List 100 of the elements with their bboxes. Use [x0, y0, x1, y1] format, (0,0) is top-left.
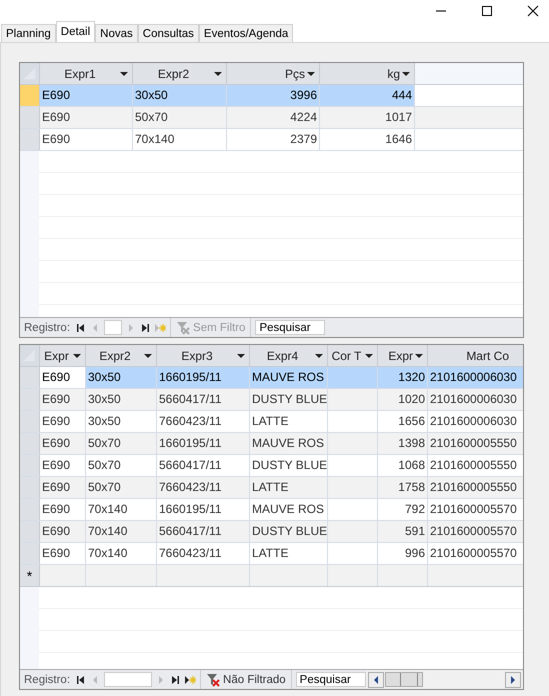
dropdown-arrow-icon[interactable]	[120, 72, 128, 76]
table-cell: 70x140	[86, 499, 157, 520]
dropdown-arrow-icon[interactable]	[144, 354, 152, 358]
table-cell: 1020	[378, 389, 428, 410]
table-cell-text: 2101600005570	[429, 545, 518, 562]
table-cell-text: 2101600006030	[429, 413, 518, 430]
column-header[interactable]: Expr1	[40, 63, 133, 84]
new-record-icon[interactable]	[184, 674, 196, 684]
table-cell: 50x70	[86, 477, 157, 498]
row-selector[interactable]	[20, 107, 40, 128]
column-header[interactable]: Cor T	[328, 345, 378, 366]
column-header[interactable]: Mart Co	[428, 345, 523, 366]
table-cell: DUSTY BLUE	[250, 521, 328, 542]
table-cell: DUSTY BLUE	[250, 455, 328, 476]
table-cell: 792	[378, 499, 428, 520]
first-record-icon[interactable]	[76, 322, 86, 332]
column-header[interactable]: Expr3	[157, 345, 250, 366]
table-cell: 7660423/11	[157, 411, 250, 432]
first-record-icon[interactable]	[76, 674, 86, 684]
table-cell: 1660195/11	[157, 499, 250, 520]
column-header[interactable]: Expr	[378, 345, 428, 366]
dropdown-arrow-icon[interactable]	[73, 354, 81, 358]
table-cell: 50x70	[133, 107, 227, 128]
table-cell: E690	[40, 499, 86, 520]
row-selector[interactable]	[20, 129, 40, 150]
table-cell: MAUVE ROS	[250, 433, 328, 454]
row-selector[interactable]	[20, 411, 40, 432]
table-cell-text: 2101600005570	[429, 523, 518, 540]
table-cell: 5660417/11	[157, 455, 250, 476]
dropdown-arrow-icon[interactable]	[214, 72, 222, 76]
last-record-icon[interactable]	[140, 322, 150, 332]
search-field[interactable]: Pesquisar	[296, 672, 366, 687]
row-selector[interactable]	[20, 521, 40, 542]
tab[interactable]: Eventos/Agenda	[198, 24, 294, 42]
scroll-left-icon[interactable]	[368, 672, 384, 688]
dropdown-arrow-icon[interactable]	[402, 72, 410, 76]
search-field[interactable]: Pesquisar	[255, 320, 326, 335]
scroll-right-icon[interactable]	[505, 672, 521, 688]
column-header[interactable]: Expr4	[250, 345, 328, 366]
horizontal-scrollbar[interactable]	[366, 669, 523, 689]
column-header[interactable]: Expr2	[86, 345, 157, 366]
table-cell: E690	[40, 129, 133, 150]
column-header[interactable]: Expr	[40, 345, 86, 366]
column-title: Expr3	[181, 348, 213, 362]
table-cell: LATTE	[250, 477, 328, 498]
table-cell: 1656	[378, 411, 428, 432]
table-cell: 1017	[320, 107, 415, 128]
column-header[interactable]: Expr2	[133, 63, 227, 84]
select-all-icon[interactable]	[20, 63, 40, 84]
table-cell: MAUVE ROS	[250, 367, 328, 388]
row-selector[interactable]	[20, 455, 40, 476]
dropdown-arrow-icon[interactable]	[315, 354, 323, 358]
column-title: Cor T	[332, 348, 362, 362]
record-number-field[interactable]	[104, 672, 152, 687]
table-cell: 7660423/11	[157, 543, 250, 564]
table-cell-text: 2101600005550	[429, 479, 518, 496]
last-record-icon[interactable]	[170, 674, 180, 684]
maximize-icon[interactable]	[481, 5, 493, 17]
table-cell: 7660423/11	[157, 477, 250, 498]
table-cell: 3996	[227, 85, 320, 106]
filter-button[interactable]: Não Filtrado	[200, 670, 292, 689]
table-cell: 30x50	[86, 367, 157, 388]
table-cell: E690	[40, 85, 133, 106]
row-selector[interactable]	[20, 477, 40, 498]
table-cell: E690	[40, 433, 86, 454]
row-selector[interactable]	[20, 499, 40, 520]
record-number-field[interactable]	[104, 320, 122, 335]
table-cell: E690	[40, 107, 133, 128]
row-selector[interactable]	[20, 367, 40, 388]
table-cell: 2379	[227, 129, 320, 150]
tab[interactable]: Consultas	[138, 24, 199, 42]
table-cell: 996	[378, 543, 428, 564]
column-title: Expr1	[64, 66, 96, 80]
table-cell: 1320	[378, 367, 428, 388]
dropdown-arrow-icon[interactable]	[307, 72, 315, 76]
record-label: Registro:	[24, 322, 70, 334]
table-cell: 5660417/11	[157, 389, 250, 410]
tab[interactable]: Detail	[56, 21, 96, 42]
dropdown-arrow-icon[interactable]	[237, 354, 245, 358]
row-selector[interactable]	[20, 389, 40, 410]
table-cell-text: 2101600006030	[429, 391, 518, 408]
row-selector[interactable]	[20, 543, 40, 564]
table-cell: LATTE	[250, 411, 328, 432]
filter-icon	[176, 320, 190, 334]
column-title: Expr2	[99, 348, 131, 362]
tab[interactable]: Novas	[95, 24, 138, 42]
table-cell: E690	[40, 389, 86, 410]
dropdown-arrow-icon[interactable]	[415, 354, 423, 358]
table-cell: MAUVE ROS	[250, 499, 328, 520]
row-selector[interactable]	[20, 433, 40, 454]
scroll-thumb[interactable]	[384, 672, 423, 687]
close-icon[interactable]	[527, 5, 539, 17]
column-title: Expr	[388, 348, 413, 362]
dropdown-arrow-icon[interactable]	[365, 354, 373, 358]
column-header[interactable]: Pçs	[227, 63, 320, 84]
row-selector[interactable]	[20, 85, 40, 106]
table-cell: 1646	[320, 129, 415, 150]
tab[interactable]: Planning	[1, 24, 56, 42]
select-all-icon[interactable]	[20, 345, 40, 366]
table-cell: 70x140	[133, 129, 227, 150]
